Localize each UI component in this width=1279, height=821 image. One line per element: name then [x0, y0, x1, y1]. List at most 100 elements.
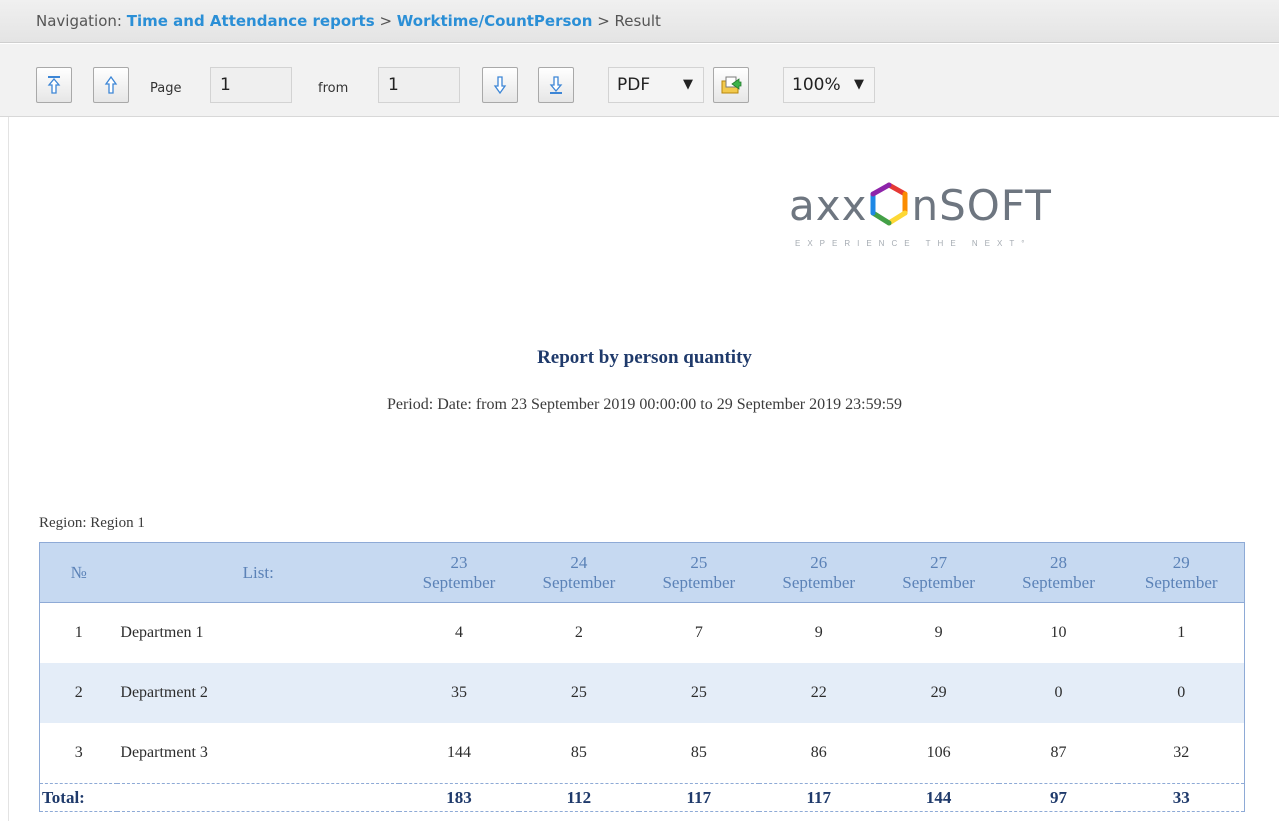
- count-cell: 87: [1050, 744, 1067, 761]
- department-name: Department 3: [120, 744, 208, 761]
- count-cell: 32: [1118, 723, 1246, 784]
- day-number: 27: [930, 552, 948, 572]
- column-header-day: 26 September: [758, 542, 879, 603]
- table-row: 2 Department 2 35 25 25 22 29 0 0: [39, 663, 1246, 723]
- column-header-day: 29 September: [1118, 542, 1246, 603]
- export-format-value: PDF: [617, 75, 651, 95]
- count-cell: 22: [758, 663, 879, 723]
- count-cell: 86: [810, 744, 827, 761]
- count-cell: 35: [399, 663, 519, 723]
- day-month: September: [782, 572, 856, 592]
- count-cell: 10: [1050, 624, 1067, 641]
- column-header-day: 23 September: [399, 542, 519, 603]
- column-header-day: 27 September: [878, 542, 999, 603]
- day-number: 23: [450, 552, 468, 572]
- count-cell: 4: [455, 624, 463, 641]
- report-period: Period: Date: from 23 September 2019 00:…: [386, 396, 903, 413]
- row-number: 3: [39, 723, 118, 784]
- total-pages-field: 1: [378, 67, 460, 103]
- dropdown-caret-icon: ▼: [683, 77, 693, 92]
- count-cell: 0: [998, 663, 1119, 723]
- logo-hexagon-icon: [869, 182, 909, 236]
- day-month: September: [422, 572, 496, 592]
- report-title: Report by person quantity: [537, 347, 752, 368]
- breadcrumb-link-worktime-countperson[interactable]: Worktime/CountPerson: [397, 12, 593, 30]
- zoom-select[interactable]: 100% ▼: [783, 67, 875, 103]
- export-format-select[interactable]: PDF ▼: [608, 67, 704, 103]
- first-page-icon: [47, 76, 61, 94]
- total-cell: 117: [638, 783, 759, 812]
- logo-wordmark: axx nSOFT: [789, 181, 1052, 236]
- row-number: 2: [39, 663, 118, 723]
- breadcrumb-current: Result: [614, 12, 661, 30]
- count-cell: 2: [574, 624, 583, 641]
- day-number: 26: [810, 552, 828, 572]
- column-header-day: 24 September: [518, 542, 639, 603]
- arrow-down-icon: [493, 76, 507, 95]
- total-label: Total:: [39, 783, 400, 812]
- day-number: 28: [1050, 552, 1068, 572]
- row-number: 1: [39, 602, 118, 663]
- day-number: 25: [690, 552, 708, 572]
- company-logo: axx nSOFT EXPERIENCE THE NEXT°: [789, 181, 1149, 253]
- region-label: Region: Region 1: [39, 515, 145, 531]
- table-row: 3 Department 3 144 85 85 86 106 87 32: [39, 723, 1246, 784]
- from-label: from: [318, 81, 349, 96]
- person-quantity-table: № List: 23 September 24 September 25 Septem…: [39, 542, 1246, 812]
- export-button[interactable]: [713, 67, 749, 103]
- column-header-list: List:: [117, 542, 400, 603]
- column-header-day: 28 September: [998, 542, 1119, 603]
- count-cell: 106: [926, 744, 951, 761]
- report-page: axx nSOFT EXPERIENCE THE NEXT° Report by…: [8, 117, 1279, 821]
- total-cell: 97: [998, 783, 1119, 812]
- next-page-button[interactable]: [482, 67, 518, 103]
- count-cell: 7: [694, 624, 703, 641]
- count-cell: 25: [518, 663, 639, 723]
- day-month: September: [1144, 572, 1218, 592]
- count-cell: 85: [690, 744, 707, 761]
- totals-row: Total: 183 112 117 117 144 97 33: [39, 783, 1246, 812]
- breadcrumb-separator: >: [379, 12, 393, 30]
- previous-page-button[interactable]: [93, 67, 129, 103]
- count-cell: 144: [447, 744, 471, 761]
- export-icon: [721, 76, 742, 94]
- column-header-day: 25 September: [638, 542, 759, 603]
- breadcrumb-link-time-attendance[interactable]: Time and Attendance reports: [127, 12, 375, 30]
- count-cell: 9: [814, 624, 823, 641]
- table-header-row: № List: 23 September 24 September 25 Septem…: [39, 542, 1246, 603]
- count-cell: 25: [638, 663, 759, 723]
- day-month: September: [902, 572, 975, 592]
- page-number-input[interactable]: 1: [210, 67, 292, 103]
- column-header-number: №: [39, 542, 118, 603]
- total-cell: 183: [399, 783, 519, 812]
- count-cell: 1: [1118, 602, 1246, 663]
- zoom-value: 100%: [792, 75, 841, 95]
- day-number: 29: [1172, 552, 1190, 572]
- table-row: 1 Departmen 1 4 2 7 9 9 10 1: [39, 602, 1246, 663]
- last-page-icon: [549, 76, 563, 94]
- page-label: Page: [150, 81, 182, 96]
- first-page-button[interactable]: [36, 67, 72, 103]
- breadcrumb-separator: >: [597, 12, 610, 30]
- breadcrumb-prefix: Navigation:: [36, 12, 122, 30]
- last-page-button[interactable]: [538, 67, 574, 103]
- day-month: September: [542, 572, 616, 592]
- day-month: September: [662, 572, 736, 592]
- count-cell: 9: [934, 624, 943, 641]
- dropdown-caret-icon: ▼: [854, 77, 864, 92]
- count-cell: 85: [570, 744, 587, 761]
- department-name: Departmen 1: [120, 624, 204, 641]
- total-cell: 112: [518, 783, 639, 812]
- report-toolbar: Page 1 from 1 PDF ▼ 100% ▼: [0, 44, 1279, 117]
- count-cell: 29: [878, 663, 999, 723]
- breadcrumb: Navigation: Time and Attendance reports …: [0, 0, 1279, 43]
- logo-tagline: EXPERIENCE THE NEXT°: [795, 239, 1032, 248]
- total-cell: 33: [1118, 783, 1246, 812]
- department-name: Department 2: [117, 663, 400, 723]
- total-cell: 117: [758, 783, 879, 812]
- count-cell: 0: [1118, 663, 1246, 723]
- arrow-up-icon: [104, 75, 118, 94]
- day-number: 24: [570, 552, 588, 572]
- day-month: September: [1022, 572, 1095, 592]
- total-cell: 144: [878, 783, 999, 812]
